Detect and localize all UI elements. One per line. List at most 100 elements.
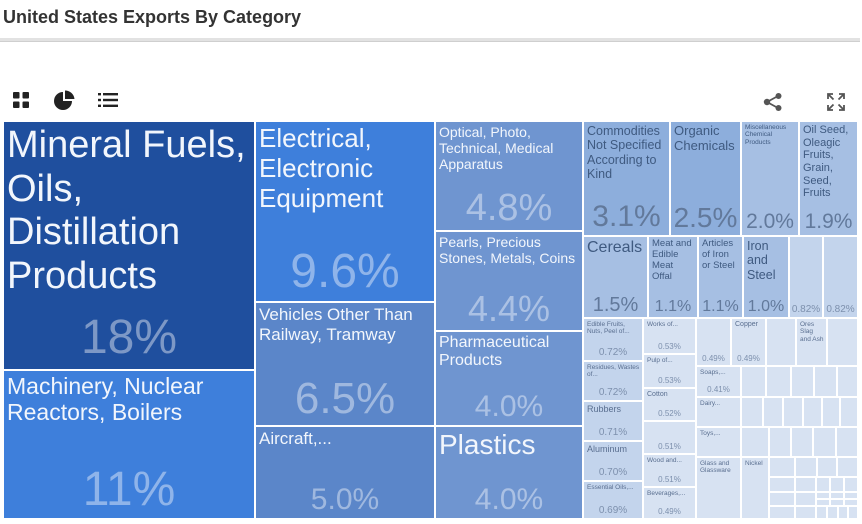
treemap-cell-label: Miscellaneous Chemical Products xyxy=(745,124,787,146)
treemap-cell-minor[interactable] xyxy=(816,492,830,499)
treemap-cell-minor[interactable] xyxy=(840,397,858,427)
treemap-cell[interactable]: Toys,... xyxy=(696,427,741,457)
treemap-cell-minor[interactable] xyxy=(844,499,858,506)
treemap-cell[interactable]: Pearls, Precious Stones, Metals, Coins 4.… xyxy=(435,231,583,331)
treemap-cell-minor[interactable] xyxy=(814,366,837,397)
treemap-cell-value: 0.69% xyxy=(598,505,628,516)
treemap-cell-label: Nickel xyxy=(745,460,763,467)
treemap-cell-minor[interactable] xyxy=(822,397,840,427)
treemap-cell-label: Electrical, Electronic Equipment xyxy=(259,123,384,213)
treemap-cell-minor[interactable] xyxy=(795,477,816,492)
treemap-cell[interactable]: Iron and Steel 1.0% xyxy=(743,236,789,318)
treemap-cell-value: 1.1% xyxy=(702,298,739,315)
treemap-cell-minor[interactable] xyxy=(763,397,783,427)
treemap-cell[interactable]: 0.51% xyxy=(643,421,696,454)
treemap-cell-minor[interactable] xyxy=(741,366,766,397)
treemap-cell[interactable]: Aircraft,... 5.0% xyxy=(255,426,435,519)
treemap-cell-minor[interactable] xyxy=(837,457,858,477)
treemap-cell-minor[interactable] xyxy=(766,366,791,397)
treemap-cell[interactable]: 0.82% xyxy=(789,236,823,318)
treemap-cell[interactable]: Dairy... xyxy=(696,397,741,427)
treemap-cell[interactable]: Articles of Iron or Steel 1.1% xyxy=(698,236,743,318)
treemap-cell-minor[interactable] xyxy=(816,506,827,519)
treemap-cell[interactable]: Pulp of... 0.53% xyxy=(643,354,696,388)
treemap-cell[interactable]: Ores Slag and Ash xyxy=(796,318,827,366)
treemap-cell[interactable]: Residues, Wastes of... 0.72% xyxy=(583,361,643,401)
treemap-cell-minor[interactable] xyxy=(830,499,844,506)
treemap-cell[interactable]: Rubbers 0.71% xyxy=(583,401,643,441)
treemap-cell[interactable]: Commodities Not Specified According to K… xyxy=(583,121,670,236)
treemap-cell[interactable]: Soaps,... 0.41% xyxy=(696,366,741,397)
treemap-cell-minor[interactable] xyxy=(844,477,858,492)
grid-view-icon[interactable] xyxy=(12,91,30,109)
share-icon[interactable] xyxy=(763,93,783,111)
treemap-cell[interactable]: Organic Chemicals 2.5% xyxy=(670,121,741,236)
treemap-cell[interactable]: Glass and Glassware xyxy=(696,457,741,519)
treemap-cell[interactable]: Vehicles Other Than Railway, Tramway 6.5% xyxy=(255,302,435,426)
treemap-cell-minor[interactable] xyxy=(803,397,822,427)
treemap-cell[interactable]: Miscellaneous Chemical Products 2.0% xyxy=(741,121,799,236)
treemap-cell[interactable]: Edible Fruits, Nuts, Peel of... 0.72% xyxy=(583,318,643,361)
treemap-cell-minor[interactable] xyxy=(795,506,816,519)
treemap-cell[interactable]: Aluminum 0.70% xyxy=(583,441,643,481)
treemap-cell[interactable]: Essential Oils,... 0.69% xyxy=(583,481,643,519)
treemap-cell[interactable]: Beverages,... 0.49% xyxy=(643,487,696,519)
treemap-cell[interactable]: Copper 0.49% xyxy=(731,318,766,366)
treemap-cell-value: 4.0% xyxy=(474,390,544,423)
treemap-cell-minor[interactable] xyxy=(827,318,858,366)
treemap-cell-minor[interactable] xyxy=(769,457,795,477)
treemap-cell-value: 0.52% xyxy=(658,409,681,418)
treemap-cell-value: 2.5% xyxy=(673,202,738,233)
treemap-cell[interactable]: Cereals 1.5% xyxy=(583,236,648,318)
treemap-cell-minor[interactable] xyxy=(769,477,795,492)
list-view-icon[interactable] xyxy=(98,92,118,108)
treemap-cell-label: Pearls, Precious Stones, Metals, Coins xyxy=(439,234,576,267)
treemap-cell-label: Plastics xyxy=(439,429,536,460)
expand-icon[interactable] xyxy=(827,93,845,111)
treemap-cell-minor[interactable] xyxy=(766,318,796,366)
treemap-cell-minor[interactable] xyxy=(817,457,837,477)
treemap-cell-minor[interactable] xyxy=(836,427,858,457)
treemap-cell-minor[interactable] xyxy=(813,427,836,457)
treemap-cell[interactable]: Mineral Fuels, Oils, Distillation Produc… xyxy=(3,121,255,370)
treemap-cell-minor[interactable] xyxy=(791,366,814,397)
treemap-cell-minor[interactable] xyxy=(838,506,848,519)
treemap-cell-minor[interactable] xyxy=(791,427,813,457)
treemap-cell[interactable]: Optical, Photo, Technical, Medical Appar… xyxy=(435,121,583,231)
treemap-cell-minor[interactable] xyxy=(741,397,763,427)
treemap-cell-minor[interactable] xyxy=(844,492,858,499)
treemap-cell-minor[interactable] xyxy=(795,457,817,477)
treemap-cell[interactable]: Machinery, Nuclear Reactors, Boilers 11% xyxy=(3,370,255,519)
treemap-cell[interactable]: 0.82% xyxy=(823,236,858,318)
treemap-cell-minor[interactable] xyxy=(795,492,816,506)
treemap-cell-minor[interactable] xyxy=(827,506,838,519)
treemap-cell-value: 0.70% xyxy=(598,467,628,478)
treemap-cell-minor[interactable] xyxy=(830,477,844,492)
treemap-cell-value: 6.5% xyxy=(294,374,396,423)
treemap-cell-value: 0.72% xyxy=(598,387,628,398)
treemap-cell-minor[interactable] xyxy=(848,506,858,519)
treemap-cell-minor[interactable] xyxy=(837,366,858,397)
treemap-cell-minor[interactable] xyxy=(741,427,769,457)
treemap-cell-value: 0.49% xyxy=(702,354,725,363)
treemap-cell[interactable]: Pharmaceutical Products 4.0% xyxy=(435,331,583,426)
treemap-cell-minor[interactable] xyxy=(769,492,795,506)
pie-chart-icon[interactable] xyxy=(53,90,75,112)
treemap-cell[interactable]: Oil Seed, Oleagic Fruits, Grain, Seed, F… xyxy=(799,121,858,236)
treemap-cell-minor[interactable] xyxy=(816,499,830,506)
treemap-cell-label: Meat and Edible Meat Offal xyxy=(652,238,692,282)
treemap-cell-minor[interactable] xyxy=(830,492,844,499)
treemap-cell[interactable]: Wood and... 0.51% xyxy=(643,454,696,487)
treemap-cell-minor[interactable] xyxy=(816,477,830,492)
treemap-cell[interactable]: Cotton 0.52% xyxy=(643,388,696,421)
treemap-cell[interactable]: Nickel xyxy=(741,457,769,519)
treemap-cell-minor[interactable] xyxy=(769,427,791,457)
treemap-cell-minor[interactable] xyxy=(783,397,803,427)
treemap-cell-label: Oil Seed, Oleagic Fruits, Grain, Seed, F… xyxy=(803,124,849,200)
treemap-cell[interactable]: Works of... 0.53% xyxy=(643,318,696,354)
treemap-cell-minor[interactable] xyxy=(769,506,795,519)
treemap-cell[interactable]: Meat and Edible Meat Offal 1.1% xyxy=(648,236,698,318)
treemap-cell[interactable]: 0.49% xyxy=(696,318,731,366)
treemap-cell[interactable]: Plastics 4.0% xyxy=(435,426,583,519)
treemap-cell[interactable]: Electrical, Electronic Equipment 9.6% xyxy=(255,121,435,302)
